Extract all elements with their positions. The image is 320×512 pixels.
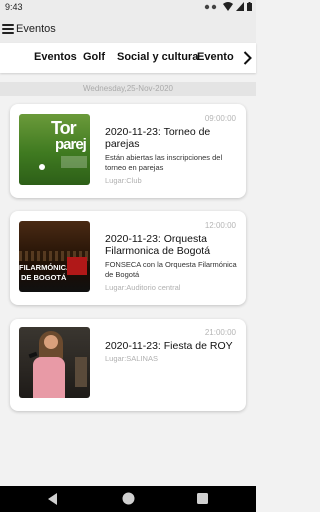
thumbnail-text: FILARMÓNICA	[19, 263, 72, 272]
home-icon[interactable]	[122, 492, 135, 505]
event-description: FONSECA con la Orquesta Filarmónica de B…	[105, 260, 237, 279]
status-bar: 9:43	[0, 0, 256, 14]
tab-golf[interactable]: Golf	[83, 51, 105, 63]
app-title: Eventos	[16, 22, 56, 35]
thumbnail-logo	[67, 257, 87, 275]
event-thumbnail-golf: Tor parej	[19, 114, 90, 185]
event-place: Lugar:Auditorio central	[105, 283, 181, 292]
event-title: 2020-11-23: Fiesta de ROY	[105, 340, 233, 352]
tabs-scroll-right-button[interactable]	[238, 43, 256, 73]
system-navigation-bar	[0, 486, 256, 512]
event-time: 12:00:00	[204, 221, 236, 230]
hamburger-menu-icon[interactable]	[2, 23, 14, 34]
event-title: 2020-11-23: Torneo de parejas	[105, 126, 211, 150]
tab-social-y-cultura[interactable]: Social y cultura	[117, 51, 198, 63]
app-bar: Eventos	[0, 14, 256, 43]
category-tabs: Eventos Golf Social y cultura Evento	[0, 43, 256, 73]
thumbnail-decoration	[61, 156, 87, 168]
recent-apps-icon[interactable]	[197, 493, 208, 504]
date-header: Wednesday,25-Nov-2020	[0, 82, 256, 96]
event-card[interactable]: FILARMÓNICA DE BOGOTÁ 12:00:00 2020-11-2…	[10, 211, 246, 305]
event-card[interactable]: 21:00:00 2020-11-23: Fiesta de ROY Lugar…	[10, 319, 246, 411]
event-time: 09:00:00	[204, 114, 236, 123]
event-place: Lugar:Club	[105, 176, 142, 185]
thumbnail-decoration	[75, 357, 87, 387]
event-description: Están abiertas las inscripciones del tor…	[105, 153, 223, 172]
wifi-icon	[223, 2, 233, 11]
event-title: 2020-11-23: Orquesta Filarmonica de Bogo…	[105, 233, 211, 257]
battery-icon	[247, 2, 252, 11]
status-icons	[204, 2, 252, 11]
golf-ball-icon	[39, 164, 45, 170]
thumbnail-text: parej	[55, 136, 87, 153]
event-thumbnail-singer	[19, 327, 90, 398]
singer-face	[44, 335, 58, 349]
tab-eventos[interactable]: Eventos	[34, 51, 77, 63]
back-icon[interactable]	[48, 493, 58, 505]
cell-signal-icon	[236, 2, 244, 11]
singer-body	[33, 357, 65, 398]
event-card[interactable]: Tor parej 09:00:00 2020-11-23: Torneo de…	[10, 104, 246, 198]
status-time: 9:43	[5, 2, 23, 12]
signal-dots-icon	[204, 4, 217, 9]
thumbnail-text: DE BOGOTÁ	[21, 273, 67, 282]
event-thumbnail-orchestra: FILARMÓNICA DE BOGOTÁ	[19, 221, 90, 292]
chevron-right-icon	[243, 51, 252, 65]
event-place: Lugar:SALINAS	[105, 354, 158, 363]
event-time: 21:00:00	[204, 328, 236, 337]
tab-eventos-partial[interactable]: Evento	[197, 51, 234, 63]
